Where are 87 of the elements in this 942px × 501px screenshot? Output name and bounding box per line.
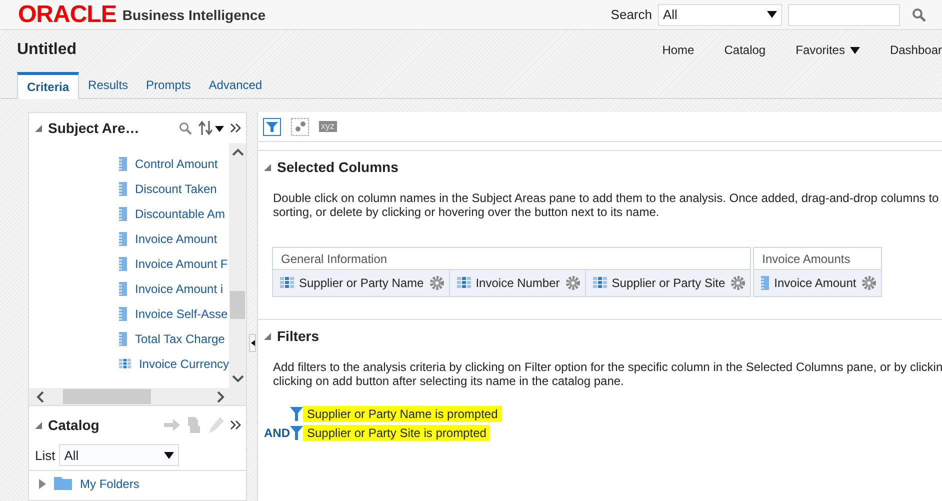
tree-item[interactable]: Invoice Currency (119, 351, 229, 376)
measure-icon (119, 332, 127, 346)
scroll-up-icon[interactable] (232, 147, 244, 157)
horizontal-scrollbar[interactable] (29, 388, 246, 406)
measure-icon (761, 276, 770, 290)
description-line: clicking on add button after selecting its name in the catalog pane. (273, 374, 625, 388)
expand-icon[interactable] (230, 420, 242, 430)
tree-item[interactable]: Invoice Amount (119, 226, 229, 251)
vertical-scrollbar[interactable] (229, 143, 246, 388)
column-chip[interactable]: Supplier or Party Site (586, 270, 750, 296)
scrollbar-thumb[interactable] (230, 291, 245, 319)
chart-icon[interactable] (291, 118, 309, 136)
column-name: Invoice Number (476, 276, 560, 290)
collapse-triangle-icon[interactable] (35, 124, 42, 132)
panel-title: Catalog (48, 417, 100, 433)
gear-icon[interactable] (861, 275, 878, 291)
measure-icon (119, 232, 127, 246)
measure-icon (119, 182, 127, 196)
search-icon[interactable] (912, 8, 926, 22)
search-label: Search (610, 7, 652, 22)
tree-item[interactable]: Invoice Self-Asse (119, 301, 229, 326)
tree-item[interactable]: Invoice Amount F (119, 251, 229, 276)
column-chip[interactable]: Invoice Number (450, 270, 586, 296)
gear-icon[interactable] (730, 275, 746, 291)
panel-title: Subject Are… (48, 120, 140, 136)
column-name: Supplier or Party Site (612, 276, 726, 290)
filter-icon[interactable] (263, 118, 281, 136)
scroll-left-icon[interactable] (35, 390, 45, 402)
sort-icon[interactable] (198, 121, 224, 135)
operator-label: AND (264, 426, 290, 440)
tree-item[interactable]: Invoice Amount i (119, 276, 229, 301)
nav-link[interactable]: Favorites (796, 43, 860, 57)
expand-icon[interactable] (230, 123, 242, 133)
search-field[interactable] (788, 4, 900, 26)
tree-item[interactable]: Control Amount (119, 151, 229, 176)
nav-link[interactable]: Dashboar (890, 43, 942, 57)
search-scope-dropdown[interactable]: All (658, 4, 782, 26)
tree-item[interactable]: Discountable Am (119, 201, 229, 226)
search-icon[interactable] (179, 122, 192, 134)
tab[interactable]: Advanced (200, 72, 272, 98)
description-line: Add filters to the analysis criteria by clicking on Filter option for the specific column in the Selected Columns pane, or by clickin (273, 360, 942, 374)
attribute-icon (456, 277, 471, 289)
measure-icon (119, 156, 127, 170)
nav-link[interactable]: Home (662, 43, 694, 57)
column-name: Supplier or Party Name (299, 276, 424, 290)
collapse-triangle-icon[interactable] (35, 422, 42, 428)
measure-icon (119, 206, 127, 220)
column-chip[interactable]: Invoice Amount (754, 270, 882, 296)
collapse-triangle-icon[interactable] (264, 332, 271, 340)
column-chip[interactable]: Supplier or Party Name (273, 270, 450, 296)
gear-icon[interactable] (428, 275, 445, 291)
attribute-icon (119, 358, 131, 370)
dropdown-caret-icon (767, 11, 777, 18)
nav-link[interactable]: Catalog (724, 43, 766, 57)
dropdown-caret-icon (850, 46, 860, 54)
measure-icon (119, 282, 127, 296)
measure-icon (119, 306, 127, 320)
description-line: Double click on column names in the Subject Areas pane to add them to the analysis. Once added, drag-and-drop columns to (273, 191, 940, 205)
description-line: sorting, or delete by clicking or hovering over the button next to its name. (273, 205, 660, 219)
page-title: Untitled (17, 41, 77, 59)
tree-item[interactable]: Discount Taken (119, 176, 229, 201)
filter-condition: Supplier or Party Name is prompted (303, 406, 502, 422)
collapse-handle[interactable] (249, 334, 256, 352)
attribute-icon (280, 277, 294, 289)
folder-icon (54, 477, 72, 490)
section-title: Filters (277, 328, 320, 344)
list-dropdown[interactable]: All (59, 444, 180, 466)
measure-icon (119, 256, 127, 270)
attribute-icon (592, 277, 607, 289)
oracle-logo: ORACLE (18, 0, 116, 28)
folder-item[interactable]: My Folders (29, 471, 246, 496)
section-title: Selected Columns (277, 159, 398, 175)
column-name: Invoice Amount (774, 276, 856, 290)
dropdown-caret-icon (164, 452, 174, 458)
scroll-right-icon[interactable] (216, 390, 226, 402)
scrollbar-thumb[interactable] (63, 389, 151, 404)
tree-item[interactable]: Total Tax Charge (119, 326, 229, 351)
tab[interactable]: Criteria (17, 72, 80, 99)
gear-icon[interactable] (564, 275, 581, 291)
tab[interactable]: Results (79, 72, 138, 98)
collapse-triangle-icon[interactable] (264, 164, 271, 170)
tab[interactable]: Prompts (137, 72, 200, 98)
product-name: Business Intelligence (122, 6, 266, 22)
scroll-down-icon[interactable] (232, 374, 244, 384)
expand-triangle-icon[interactable] (39, 478, 46, 488)
filter-condition: Supplier or Party Site is prompted (303, 425, 490, 441)
list-label: List (35, 448, 56, 462)
